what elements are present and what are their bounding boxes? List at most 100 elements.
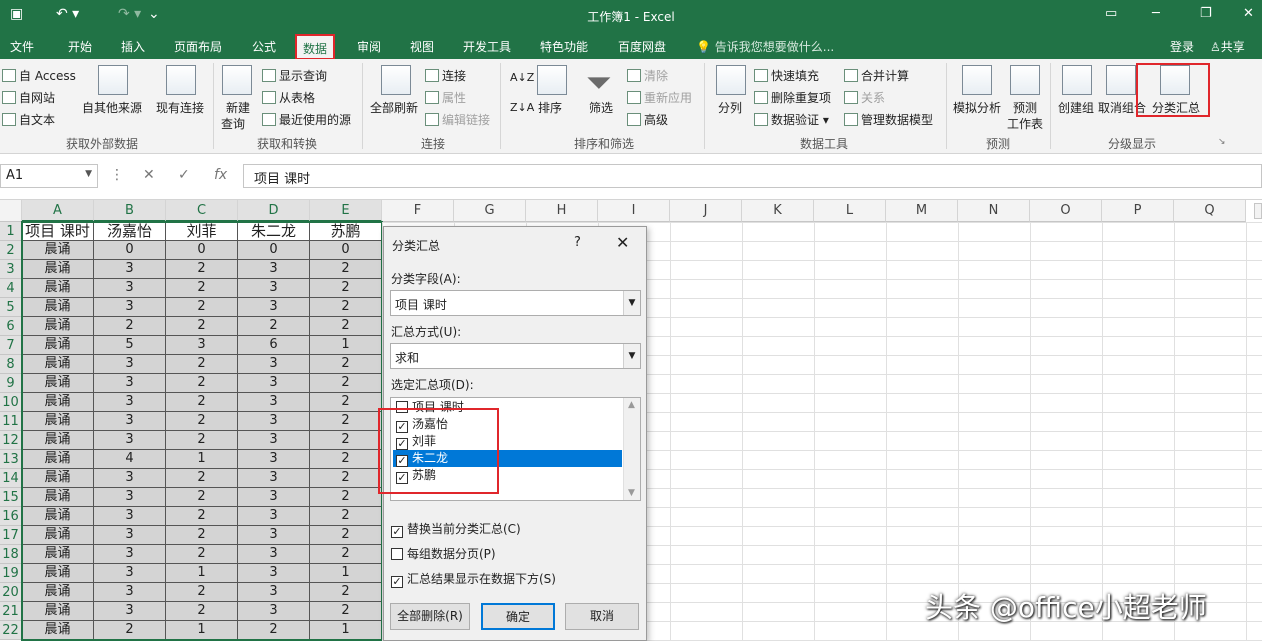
table-cell[interactable]: 3 [94,260,166,279]
table-cell[interactable]: 2 [166,488,238,507]
table-cell[interactable]: 晨诵 [22,545,94,564]
table-cell[interactable]: 晨诵 [22,450,94,469]
from-access-button[interactable]: 自 Access [2,67,76,84]
table-cell[interactable]: 2 [310,412,382,431]
column-header-d[interactable]: D [238,200,310,222]
chevron-down-icon[interactable]: ▼ [628,488,635,498]
tab-insert[interactable]: 插入 [121,38,145,55]
sort-za-icon[interactable]: Z↓A [510,101,534,114]
cancel-button[interactable]: 取消 [565,603,639,630]
table-cell[interactable]: 3 [94,488,166,507]
tab-file[interactable]: 文件 [10,38,34,55]
table-cell[interactable]: 2 [238,317,310,336]
flash-fill-button[interactable]: 快速填充 [754,67,819,84]
table-cell[interactable]: 晨诵 [22,469,94,488]
table-cell[interactable]: 2 [310,545,382,564]
data-model-button[interactable]: 管理数据模型 [844,111,933,128]
table-cell[interactable]: 2 [310,355,382,374]
table-cell[interactable]: 3 [238,298,310,317]
sort-button[interactable]: 排序 [538,99,562,116]
table-cell[interactable]: 晨诵 [22,374,94,393]
text-to-columns-button[interactable]: 分列 [718,99,742,116]
table-cell[interactable]: 2 [166,279,238,298]
table-cell[interactable]: 2 [310,317,382,336]
data-validation-button[interactable]: 数据验证 ▾ [754,111,829,128]
table-cell[interactable]: 3 [94,602,166,621]
listbox-scrollbar[interactable]: ▲ ▼ [623,398,640,500]
row-header[interactable]: 1 [0,222,22,241]
column-header-p[interactable]: P [1102,200,1174,222]
table-cell[interactable]: 3 [238,260,310,279]
field-select[interactable]: 项目 课时 ▼ [390,290,641,316]
connections-button[interactable]: 连接 [425,67,466,84]
table-cell[interactable]: 2 [166,507,238,526]
table-cell[interactable]: 3 [238,583,310,602]
table-cell[interactable]: 2 [166,393,238,412]
relationships-button[interactable]: 关系 [844,89,885,106]
row-header[interactable]: 2 [0,241,22,260]
formula-input[interactable]: 项目 课时 [243,164,1262,188]
row-header[interactable]: 11 [0,412,22,431]
table-cell[interactable]: 3 [238,564,310,583]
row-header[interactable]: 20 [0,583,22,602]
table-cell[interactable]: 3 [94,583,166,602]
table-cell[interactable]: 晨诵 [22,488,94,507]
filter-button[interactable]: 筛选 [589,99,613,116]
row-header[interactable]: 12 [0,431,22,450]
table-cell[interactable]: 3 [238,412,310,431]
table-cell[interactable]: 3 [238,393,310,412]
table-cell[interactable]: 2 [310,431,382,450]
forecast-sheet-button[interactable]: 预测 [1013,99,1037,116]
sort-az-icon[interactable]: A↓Z [510,71,534,84]
close-icon[interactable]: ✕ [616,233,629,252]
row-header[interactable]: 5 [0,298,22,317]
existing-connections-button[interactable]: 现有连接 [156,99,204,116]
tab-special[interactable]: 特色功能 [540,38,588,55]
column-header-o[interactable]: O [1030,200,1102,222]
checkbox[interactable]: ✓ [391,576,403,588]
row-header[interactable]: 3 [0,260,22,279]
table-cell[interactable]: 晨诵 [22,355,94,374]
from-table-button[interactable]: 从表格 [262,89,315,106]
table-cell[interactable]: 3 [238,431,310,450]
table-cell[interactable]: 3 [94,279,166,298]
select-all-corner[interactable] [0,200,22,222]
table-cell[interactable]: 晨诵 [22,507,94,526]
table-cell[interactable]: 2 [166,431,238,450]
column-header-i[interactable]: I [598,200,670,222]
table-cell[interactable]: 1 [166,621,238,640]
chevron-up-icon[interactable]: ▲ [628,400,635,410]
row-header[interactable]: 10 [0,393,22,412]
column-header-q[interactable]: Q [1174,200,1246,222]
row-header[interactable]: 16 [0,507,22,526]
row-header[interactable]: 13 [0,450,22,469]
tab-formulas[interactable]: 公式 [252,38,276,55]
header-cell[interactable]: 项目 课时 [22,222,94,241]
consolidate-button[interactable]: 合并计算 [844,67,909,84]
table-cell[interactable]: 2 [310,298,382,317]
header-cell[interactable]: 刘菲 [166,222,238,241]
column-header-k[interactable]: K [742,200,814,222]
row-header[interactable]: 8 [0,355,22,374]
column-header-c[interactable]: C [166,200,238,222]
table-cell[interactable]: 2 [310,450,382,469]
checkbox[interactable]: ✓ [391,526,403,538]
ribbon-options-icon[interactable]: ▭ [1105,6,1117,21]
table-cell[interactable]: 3 [94,507,166,526]
replace-current-option[interactable]: ✓ 替换当前分类汇总(C) [391,520,521,538]
table-cell[interactable]: 1 [310,621,382,640]
table-cell[interactable]: 晨诵 [22,298,94,317]
from-text-button[interactable]: 自文本 [2,111,55,128]
table-cell[interactable]: 1 [166,564,238,583]
table-cell[interactable]: 1 [310,564,382,583]
show-query-button[interactable]: 显示查询 [262,67,327,84]
minimize-icon[interactable]: ─ [1152,6,1160,21]
tell-me-search[interactable]: 💡 告诉我您想要做什么... [696,38,834,55]
column-header-a[interactable]: A [22,200,94,222]
remove-duplicates-button[interactable]: 删除重复项 [754,89,831,106]
table-cell[interactable]: 3 [94,526,166,545]
table-cell[interactable]: 2 [166,317,238,336]
table-cell[interactable]: 2 [94,621,166,640]
table-cell[interactable]: 2 [166,355,238,374]
row-header[interactable]: 19 [0,564,22,583]
